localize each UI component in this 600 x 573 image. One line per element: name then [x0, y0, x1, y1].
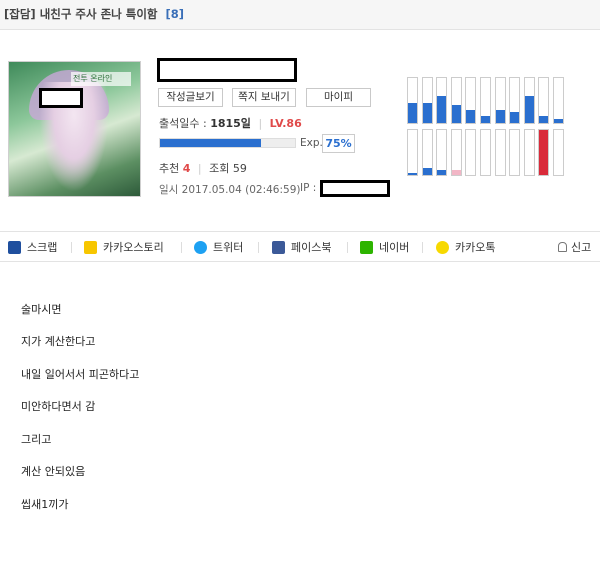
activity-top-bar	[538, 77, 550, 124]
kakaostory-label: 카카오스토리	[103, 241, 164, 254]
report-button[interactable]: 신고	[558, 239, 591, 255]
content-line: 내일 일어서서 피곤하다고	[21, 368, 140, 381]
activity-bottom-bar	[465, 129, 477, 176]
facebook-icon	[272, 240, 285, 254]
recommend-label: 추천	[159, 162, 180, 175]
scrap-label: 스크랩	[27, 241, 58, 254]
kakaotalk-icon	[436, 240, 449, 254]
activity-bottom-bar	[436, 129, 448, 176]
ip-label: IP :	[300, 182, 317, 194]
activity-top-bar-fill	[408, 102, 417, 123]
content-line: 지가 계산한다고	[21, 335, 96, 348]
exp-bar	[159, 138, 296, 148]
kakaostory-icon	[84, 240, 97, 254]
title-bar: [잡담] 내친구 주사 존나 특이함 [8]	[0, 0, 600, 30]
facebook-button[interactable]: 페이스북	[272, 239, 331, 255]
activity-top-bar-fill	[437, 96, 447, 123]
activity-top-bar	[450, 77, 462, 124]
facebook-label: 페이스북	[291, 241, 332, 254]
post-date: 일시 2017.05.04 (02:46:59)	[159, 184, 301, 196]
activity-top-bar-fill	[422, 102, 432, 123]
report-label: 신고	[571, 241, 592, 254]
activity-top-bar	[421, 77, 433, 124]
activity-top-bar	[465, 77, 477, 124]
view-posts-button[interactable]: 작성글보기	[158, 88, 223, 107]
naver-label: 네이버	[379, 241, 410, 254]
activity-bottom-bar	[494, 129, 506, 176]
twitter-icon	[194, 240, 207, 254]
activity-bottom-bar	[509, 129, 521, 176]
activity-bottom-bar	[480, 129, 491, 176]
activity-top-bar	[436, 77, 448, 124]
activity-top-bar-fill	[495, 109, 505, 123]
activity-top-bar	[480, 77, 491, 124]
exp-label: Exp.	[300, 137, 323, 149]
content-line: 미안하다면서 감	[21, 400, 96, 413]
activity-bottom-bar	[538, 129, 550, 176]
activity-top-bar-fill	[554, 118, 563, 123]
content-line: 씹새1끼가	[21, 498, 69, 511]
send-note-button[interactable]: 쪽지 보내기	[232, 88, 296, 107]
scrap-button[interactable]: 스크랩	[8, 239, 57, 255]
recommend-count: 4	[182, 162, 191, 175]
exp-percent: 75%	[322, 134, 355, 153]
activity-bottom-bar	[407, 129, 418, 176]
kakaotalk-label: 카카오톡	[455, 241, 496, 254]
activity-top-bar	[407, 77, 418, 124]
mypi-button[interactable]: 마이피	[306, 88, 371, 107]
activity-top-bar-fill	[510, 111, 520, 123]
activity-top-bar	[523, 77, 535, 124]
activity-top-bar-fill	[451, 105, 461, 123]
avatar-redaction	[39, 88, 83, 108]
activity-top-bar-fill	[466, 109, 476, 123]
category-label: [잡담]	[4, 7, 36, 21]
activity-top-bar	[494, 77, 506, 124]
twitter-label: 트위터	[213, 241, 244, 254]
twitter-button[interactable]: 트위터	[194, 239, 243, 255]
activity-bottom-bar	[421, 129, 433, 176]
activity-bottom-bar	[523, 129, 535, 176]
kakaotalk-button[interactable]: 카카오톡	[436, 239, 495, 255]
activity-bottom-bar	[450, 129, 462, 176]
activity-top-bar-fill	[481, 116, 490, 123]
activity-bottom-bar-fill	[422, 168, 432, 175]
content-line: 술마시면	[21, 303, 62, 316]
post-title: [잡담] 내친구 주사 존나 특이함 [8]	[4, 6, 184, 22]
comment-count[interactable]: [8]	[166, 7, 185, 21]
share-bar: 스크랩 카카오스토리 트위터 페이스북 네이버 카카오톡 신고	[0, 231, 600, 262]
activity-bottom-bar-fill	[437, 169, 447, 175]
activity-top-bar	[553, 77, 564, 124]
bell-icon	[558, 242, 567, 252]
views-count: 59	[232, 162, 247, 175]
kakaostory-button[interactable]: 카카오스토리	[84, 239, 164, 255]
activity-bottom-bar-fill	[408, 172, 417, 175]
avatar[interactable]: 전투 온라인	[8, 61, 141, 197]
ip-redaction	[320, 180, 390, 197]
activity-bottom-bar-fill	[451, 169, 461, 175]
attendance-label: 출석일수 :	[159, 117, 207, 130]
content-line: 그리고	[21, 433, 52, 446]
scrap-icon	[8, 240, 21, 254]
naver-icon	[360, 240, 373, 254]
activity-top-bar	[509, 77, 521, 124]
exp-bar-fill	[160, 139, 262, 147]
activity-bottom-bar	[553, 129, 564, 176]
avatar-logo-text: 전투 온라인	[71, 72, 131, 86]
title-text: 내친구 주사 존나 특이함	[39, 7, 158, 21]
activity-top-bar-fill	[524, 96, 534, 123]
attendance-days: 1815일	[210, 117, 251, 130]
activity-top-bar-fill	[539, 116, 549, 123]
level-badge: LV.86	[269, 117, 302, 130]
views-label: 조회	[209, 162, 230, 175]
naver-button[interactable]: 네이버	[360, 239, 409, 255]
activity-bottom-bar-fill	[539, 130, 549, 175]
attendance-row: 출석일수 : 1815일 | LV.86	[159, 117, 302, 130]
post-stats: 추천 4 | 조회 59	[159, 162, 247, 175]
username-redaction	[157, 58, 297, 82]
content-line: 계산 안되있음	[21, 465, 86, 478]
